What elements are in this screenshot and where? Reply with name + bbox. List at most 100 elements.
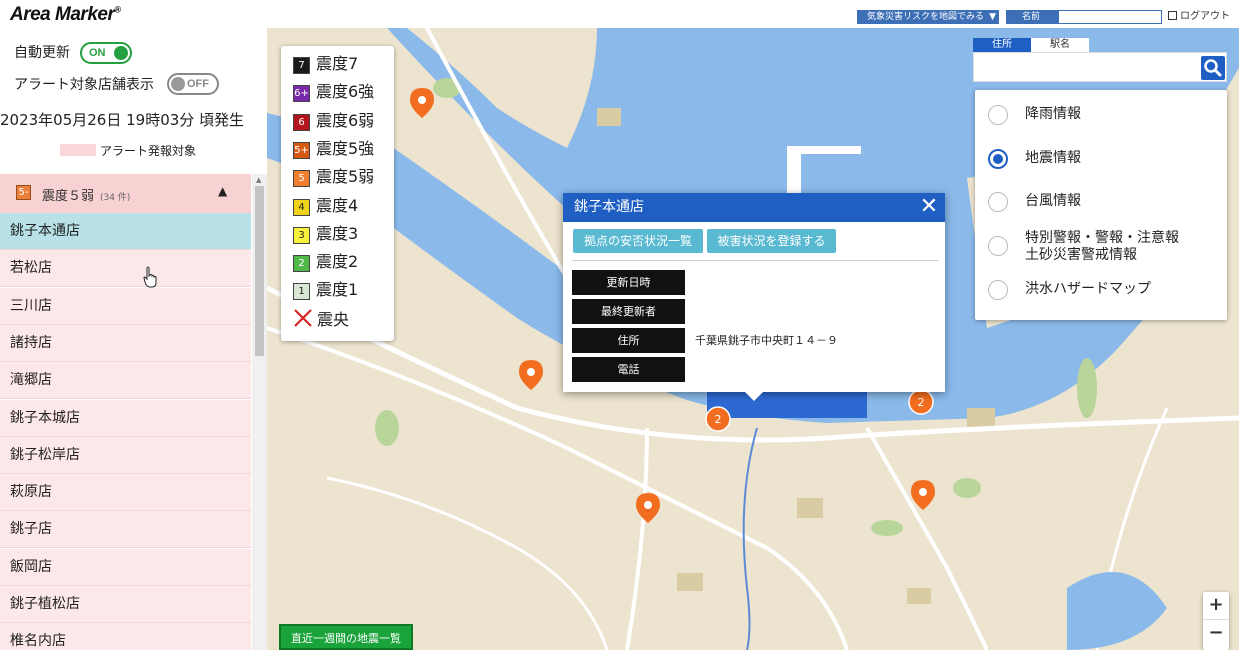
radio-button[interactable] — [988, 192, 1008, 212]
safety-list-button[interactable]: 拠点の安否状況一覧 — [573, 229, 703, 253]
auto-update-toggle[interactable]: ON — [80, 42, 132, 64]
logout-icon — [1168, 11, 1177, 20]
name-label: 名前 — [1006, 10, 1058, 24]
intensity-legend-item: 6+ 震度6強 — [293, 81, 374, 103]
search-button[interactable] — [1201, 56, 1225, 80]
intensity-badge: 6+ — [293, 85, 310, 103]
marker-cluster[interactable]: 2 — [705, 406, 731, 432]
info-layer-panel: 降雨情報 地震情報 台風情報 特別警報・警報・注意報 土砂災害警戒情報 洪水ハザードマッ… — [975, 90, 1227, 320]
intensity-group-header[interactable]: 5- 震度５弱 (34 件) ▲ — [0, 174, 251, 213]
hand-cursor-icon — [143, 266, 157, 288]
intensity-badge: 6 — [293, 113, 310, 131]
risk-map-dropdown[interactable]: 気象災害リスクを地図でみる ▼ — [857, 10, 999, 24]
store-marker[interactable] — [636, 493, 660, 523]
intensity-label: 震度2 — [316, 252, 359, 272]
store-list-item[interactable]: 銚子植松店 — [0, 586, 251, 623]
store-list-item[interactable]: 若松店 — [0, 250, 251, 288]
store-list: 5- 震度５弱 (34 件) ▲ 銚子本通店 若松店 三川店 諸持店 滝郷店 銚子本城店 銚子… — [0, 174, 267, 650]
popup-field-label: 最終更新者 — [572, 299, 685, 324]
chevron-down-icon: ▼ — [989, 12, 996, 22]
popup-field-value: 千葉県銚子市中央町１４－９ — [695, 334, 838, 347]
toggle-knob — [171, 77, 185, 91]
alert-swatch — [60, 144, 96, 156]
store-list-item[interactable]: 銚子本城店 — [0, 399, 251, 437]
radio-button[interactable] — [988, 280, 1008, 300]
radio-label: 降雨情報 — [1025, 106, 1081, 122]
radio-label: 特別警報・警報・注意報 土砂災害警戒情報 — [1025, 230, 1179, 263]
zoom-out-button[interactable]: − — [1203, 620, 1229, 647]
radio-button[interactable] — [988, 236, 1008, 256]
auto-update-label: 自動更新 — [14, 45, 70, 61]
radio-label: 地震情報 — [1025, 150, 1081, 166]
intensity-label: 震央 — [317, 309, 350, 329]
intensity-legend-item: 5+ 震度5強 — [293, 138, 374, 160]
search-input[interactable] — [973, 52, 1227, 82]
intensity-badge: 5+ — [293, 141, 310, 159]
risk-map-label: 気象災害リスクを地図でみる — [867, 12, 985, 22]
weekly-earthquake-list-button[interactable]: 直近一週間の地震一覧 — [279, 624, 413, 650]
store-list-item[interactable]: 三川店 — [0, 287, 251, 325]
alert-legend: アラート発報対象 — [60, 142, 196, 159]
app-logo: Area Marker® — [10, 4, 121, 25]
close-icon[interactable]: ✕ — [918, 196, 940, 218]
intensity-legend-item: 2 震度2 — [293, 251, 358, 273]
zoom-in-button[interactable]: + — [1203, 592, 1229, 619]
popup-field-label: 住所 — [572, 328, 685, 353]
store-list-item[interactable]: 滝郷店 — [0, 362, 251, 400]
intensity-badge: 3 — [293, 226, 310, 244]
store-list-item[interactable]: 銚子松岸店 — [0, 436, 251, 474]
popup-title: 銚子本通店 — [563, 193, 945, 222]
sidebar: 自動更新 ON アラート対象店舗表示 OFF 2023年05月26日 19時03… — [0, 28, 267, 650]
store-marker[interactable] — [519, 360, 543, 390]
store-marker[interactable] — [911, 480, 935, 510]
popup-pointer — [745, 392, 763, 401]
marker-cluster[interactable]: 2 — [908, 389, 934, 415]
intensity-badge: 7 — [293, 57, 310, 74]
intensity-badge: 2 — [293, 255, 310, 273]
zoom-control: + − — [1203, 592, 1229, 650]
store-popup: 銚子本通店 ✕ 拠点の安否状況一覧 被害状況を登録する 更新日時最終更新者住所千… — [563, 193, 945, 401]
intensity-badge: 1 — [293, 283, 310, 301]
logout-button[interactable]: ログアウト — [1168, 10, 1230, 24]
intensity-label: 震度1 — [316, 280, 359, 300]
sidebar-scrollbar[interactable]: ▲ — [252, 174, 267, 650]
popup-field-label: 更新日時 — [572, 270, 685, 295]
store-list-item[interactable]: 銚子店 — [0, 511, 251, 549]
intensity-legend-item: 4 震度4 — [293, 195, 358, 217]
svg-text:2: 2 — [918, 396, 925, 409]
store-list-item[interactable]: 萩原店 — [0, 474, 251, 512]
intensity-label: 震度5強 — [316, 138, 375, 158]
intensity-legend: 7 震度7 6+ 震度6強 6 震度6弱 5+ 震度5強 5 震度5弱 4 震度4 3 震度3 2 震度2 1 震… — [281, 46, 394, 341]
intensity-legend-item: 1 震度1 — [293, 279, 358, 301]
intensity-label: 震度3 — [316, 223, 359, 243]
intensity-label: 震度5弱 — [316, 167, 375, 187]
epicenter-x-icon — [294, 308, 312, 327]
store-list-item[interactable]: 飯岡店 — [0, 548, 251, 586]
popup-field-label: 電話 — [572, 357, 685, 382]
svg-text:2: 2 — [715, 413, 722, 426]
name-input[interactable] — [1058, 10, 1162, 24]
store-list-item[interactable]: 銚子本通店 — [0, 213, 251, 250]
occurred-at: 2023年05月26日 19時03分 頃発生 — [0, 111, 245, 129]
top-bar: Area Marker® 気象災害リスクを地図でみる ▼ 名前 ログアウト — [0, 0, 1239, 28]
tab-address[interactable]: 住所 — [973, 38, 1031, 52]
store-list-item[interactable]: 椎名内店 — [0, 623, 251, 650]
radio-label: 洪水ハザードマップ — [1025, 281, 1151, 297]
group-label: 震度５弱 (34 件) — [42, 189, 131, 204]
tab-station[interactable]: 駅名 — [1031, 38, 1089, 52]
scroll-up-icon[interactable]: ▲ — [256, 176, 261, 184]
app-root: Area Marker® 気象災害リスクを地図でみる ▼ 名前 ログアウト 自動… — [0, 0, 1239, 650]
radio-button[interactable] — [988, 105, 1008, 125]
radio-button[interactable] — [988, 149, 1008, 169]
collapse-caret-icon[interactable]: ▲ — [218, 184, 227, 198]
intensity-label: 震度7 — [316, 54, 359, 73]
register-damage-button[interactable]: 被害状況を登録する — [707, 229, 836, 253]
alert-display-label: アラート対象店舗表示 — [14, 77, 154, 93]
intensity-legend-item: 5 震度5弱 — [293, 166, 374, 188]
intensity-label: 震度6強 — [316, 82, 375, 102]
store-list-item[interactable]: 諸持店 — [0, 324, 251, 362]
alert-display-toggle[interactable]: OFF — [167, 73, 219, 95]
scroll-thumb[interactable] — [255, 186, 264, 356]
toggle-knob — [114, 46, 128, 60]
intensity-badge: 4 — [293, 198, 310, 216]
